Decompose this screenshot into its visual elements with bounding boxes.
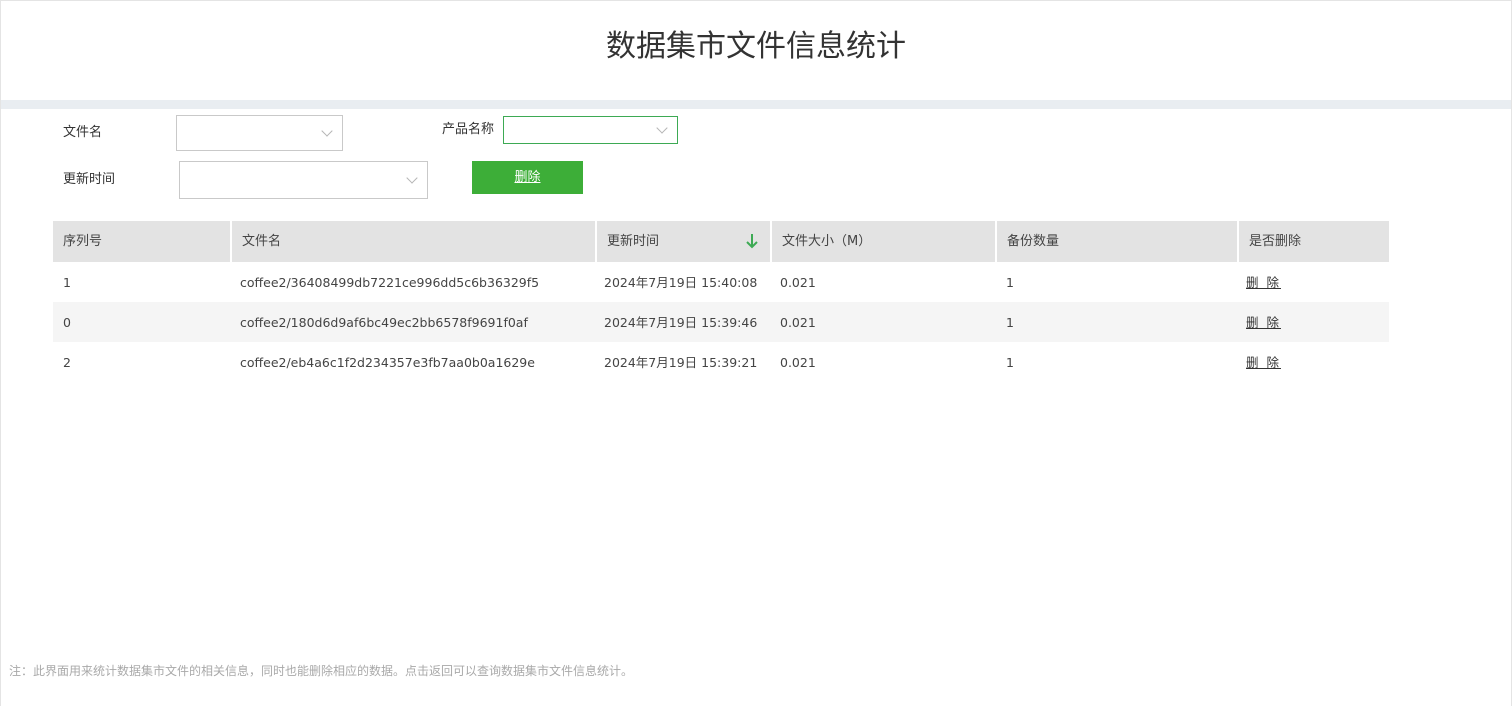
product-name-label: 产品名称 — [442, 122, 495, 137]
cell-file-name: coffee2/36408499db7221ce996dd5c6b36329f5 — [240, 275, 540, 290]
cell-index: 1 — [63, 275, 71, 290]
cell-update-time: 2024年7月19日 15:39:21 — [604, 355, 758, 370]
cell-index: 0 — [63, 315, 71, 330]
update-time-select[interactable] — [179, 161, 428, 199]
chevron-down-icon — [321, 125, 333, 137]
file-name-label: 文件名 — [63, 125, 103, 140]
file-name-select[interactable] — [176, 115, 343, 151]
cell-backup-count: 1 — [1006, 315, 1014, 330]
column-header-file-size[interactable]: 文件大小（M） — [772, 221, 995, 262]
cell-file-name: coffee2/eb4a6c1f2d234357e3fb7aa0b0a1629e — [240, 355, 535, 370]
table-row: 0 coffee2/180d6d9af6bc49ec2bb6578f9691f0… — [53, 302, 1389, 342]
table-header: 序列号 文件名 更新时间 文件大小（M） 备份数量 是否删除 — [53, 221, 1389, 262]
arrow-down-icon[interactable] — [745, 233, 759, 249]
delete-link[interactable]: 删 除 — [1246, 355, 1281, 370]
cell-update-time: 2024年7月19日 15:39:46 — [604, 315, 758, 330]
cell-file-size: 0.021 — [780, 315, 816, 330]
chevron-down-icon — [656, 122, 668, 134]
cell-backup-count: 1 — [1006, 275, 1014, 290]
column-header-file-name[interactable]: 文件名 — [232, 221, 595, 262]
table-row: 2 coffee2/eb4a6c1f2d234357e3fb7aa0b0a162… — [53, 342, 1389, 382]
cell-file-name: coffee2/180d6d9af6bc49ec2bb6578f9691f0af — [240, 315, 528, 330]
header-divider — [1, 100, 1511, 109]
cell-index: 2 — [63, 355, 71, 370]
table-row: 1 coffee2/36408499db7221ce996dd5c6b36329… — [53, 262, 1389, 302]
column-header-deleted[interactable]: 是否删除 — [1239, 221, 1389, 262]
page-header: 数据集市文件信息统计 — [1, 0, 1511, 100]
delete-button[interactable]: 删除 — [472, 161, 583, 194]
cell-file-size: 0.021 — [780, 275, 816, 290]
product-name-select[interactable] — [503, 116, 678, 144]
cell-update-time: 2024年7月19日 15:40:08 — [604, 275, 758, 290]
cell-file-size: 0.021 — [780, 355, 816, 370]
column-header-backup-count[interactable]: 备份数量 — [997, 221, 1237, 262]
page-title: 数据集市文件信息统计 — [606, 29, 906, 64]
file-table: 序列号 文件名 更新时间 文件大小（M） 备份数量 是否删除 1 coffee2… — [53, 221, 1389, 382]
update-time-label: 更新时间 — [63, 172, 116, 187]
cell-backup-count: 1 — [1006, 355, 1014, 370]
page: 数据集市文件信息统计 文件名 产品名称 更新时间 删除 序列号 文件名 更新时间… — [0, 0, 1512, 706]
footnote: 注：此界面用来统计数据集市文件的相关信息，同时也能删除相应的数据。点击返回可以查… — [9, 664, 634, 678]
delete-link[interactable]: 删 除 — [1246, 315, 1281, 330]
chevron-down-icon — [406, 172, 418, 184]
delete-link[interactable]: 删 除 — [1246, 275, 1281, 290]
column-header-index[interactable]: 序列号 — [53, 221, 230, 262]
